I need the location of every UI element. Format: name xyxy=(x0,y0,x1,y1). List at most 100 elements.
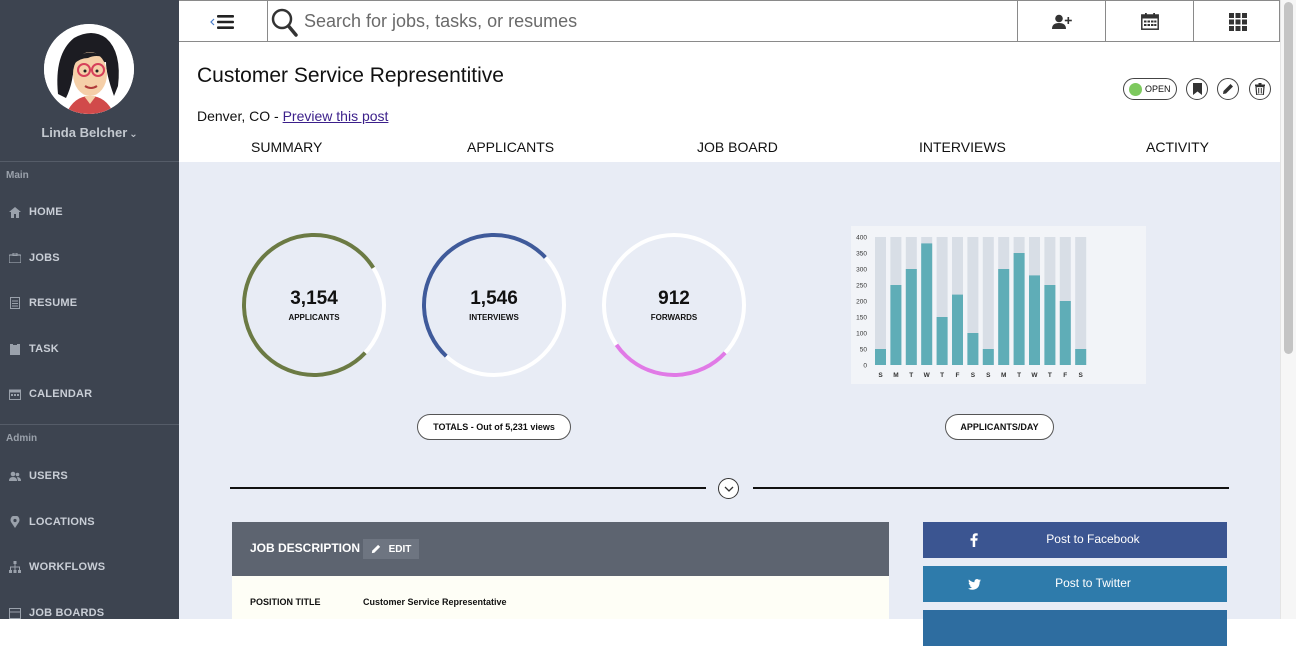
briefcase-icon xyxy=(8,252,22,264)
pencil-icon xyxy=(1223,84,1233,94)
x-tick-label: S xyxy=(1079,372,1084,379)
page-scrollbar[interactable] xyxy=(1280,0,1296,619)
social-label: Post to Facebook xyxy=(1046,532,1140,546)
job-tabs: SUMMARY APPLICANTS JOB BOARD INTERVIEWS … xyxy=(179,132,1280,162)
x-tick-label: T xyxy=(1017,372,1021,379)
preview-post-link[interactable]: Preview this post xyxy=(283,108,389,124)
job-location: Denver, CO - xyxy=(197,108,283,124)
document-icon xyxy=(8,297,22,309)
stat-ring-applicants: 3,154 APPLICANTS xyxy=(241,232,387,378)
sidebar-divider xyxy=(0,424,179,425)
job-description-body: POSITION TITLE Customer Service Represen… xyxy=(232,576,889,619)
bookmark-button[interactable] xyxy=(1186,78,1208,100)
edit-button[interactable] xyxy=(1217,78,1239,100)
stat-value: 912 xyxy=(658,288,690,309)
search-input[interactable] xyxy=(304,11,1004,32)
status-toggle[interactable]: OPEN xyxy=(1123,78,1177,100)
delete-button[interactable] xyxy=(1249,78,1271,100)
tab-summary[interactable]: SUMMARY xyxy=(251,139,322,155)
x-tick-label: S xyxy=(878,372,883,379)
sidebar-item-users[interactable]: USERS xyxy=(8,467,68,485)
y-tick-label: 250 xyxy=(856,283,867,290)
sidebar-item-jobs[interactable]: JOBS xyxy=(8,249,60,267)
bar xyxy=(998,269,1010,365)
clipboard-icon xyxy=(8,343,22,355)
bar xyxy=(1044,285,1056,365)
bar-track xyxy=(875,237,886,365)
home-icon xyxy=(8,206,22,218)
y-tick-label: 50 xyxy=(860,347,868,354)
stat-ring-forwards: 912 FORWARDS xyxy=(601,232,747,378)
page-title: Customer Service Representitive xyxy=(197,64,504,87)
tab-interviews[interactable]: INTERVIEWS xyxy=(919,139,1006,155)
bar xyxy=(967,333,979,365)
calendar-icon xyxy=(1140,13,1159,30)
x-tick-label: S xyxy=(986,372,991,379)
bar xyxy=(1059,301,1071,365)
sidebar-item-job-boards[interactable]: JOB BOARDS xyxy=(8,604,104,622)
social-label: Post to Twitter xyxy=(1055,576,1131,590)
sidebar-item-label: LOCATIONS xyxy=(29,516,95,528)
bar xyxy=(1075,349,1087,365)
x-tick-label: T xyxy=(940,372,944,379)
y-tick-label: 150 xyxy=(856,315,867,322)
avatar-illustration xyxy=(44,24,134,114)
post-to-other-button[interactable] xyxy=(923,610,1227,646)
scrollbar-thumb[interactable] xyxy=(1284,2,1293,354)
expand-button[interactable] xyxy=(718,478,739,499)
apps-grid-button[interactable] xyxy=(1193,1,1281,42)
x-tick-label: W xyxy=(1031,372,1038,379)
status-dot-icon xyxy=(1129,82,1142,96)
calendar-button[interactable] xyxy=(1105,1,1193,42)
job-description-edit-button[interactable]: EDIT xyxy=(363,539,419,559)
sidebar-item-label: USERS xyxy=(29,470,68,482)
stat-label: INTERVIEWS xyxy=(469,313,519,322)
post-to-twitter-button[interactable]: Post to Twitter xyxy=(923,566,1227,602)
section-label-admin: Admin xyxy=(6,433,38,444)
chevron-down-icon xyxy=(724,486,733,492)
tab-applicants[interactable]: APPLICANTS xyxy=(467,139,554,155)
sidebar-item-label: TASK xyxy=(29,343,59,355)
applicants-per-day-pill[interactable]: APPLICANTS/DAY xyxy=(945,414,1054,440)
x-tick-label: T xyxy=(1048,372,1052,379)
sidebar-item-locations[interactable]: LOCATIONS xyxy=(8,513,95,531)
sidebar-item-label: RESUME xyxy=(29,297,78,309)
applicants-per-day-chart: 0 50 100 150 200 250 300 350 400 S M T W T F S S M T W T F S xyxy=(851,226,1146,384)
bar-track xyxy=(982,237,994,365)
y-tick-label: 0 xyxy=(863,363,867,370)
sidebar-item-task[interactable]: TASK xyxy=(8,340,59,358)
avatar[interactable] xyxy=(44,24,134,114)
bar xyxy=(952,294,963,365)
user-menu[interactable]: Linda Belcher ⌄ xyxy=(0,125,179,140)
sidebar-item-label: JOBS xyxy=(29,252,60,264)
bar-chart-svg: 0 50 100 150 200 250 300 350 400 S M T W T F S S M T W T F S xyxy=(856,235,1087,379)
tab-job-board[interactable]: JOB BOARD xyxy=(697,139,778,155)
sidebar-item-resume[interactable]: RESUME xyxy=(8,294,77,312)
sitemap-icon xyxy=(8,561,22,573)
x-tick-label: T xyxy=(909,372,913,379)
stat-ring-interviews: 1,546 INTERVIEWS xyxy=(421,232,567,378)
user-name: Linda Belcher xyxy=(41,125,128,140)
bar xyxy=(905,269,917,365)
bar-track xyxy=(1075,237,1087,365)
y-tick-label: 100 xyxy=(856,331,867,338)
add-user-button[interactable] xyxy=(1017,1,1105,42)
y-tick-label: 300 xyxy=(856,267,867,274)
sidebar-item-workflows[interactable]: WORKFLOWS xyxy=(8,558,105,576)
tab-activity[interactable]: ACTIVITY xyxy=(1146,139,1209,155)
stat-value: 1,546 xyxy=(470,288,518,309)
sidebar-item-calendar[interactable]: CALENDAR xyxy=(8,385,92,403)
job-location-line: Denver, CO - Preview this post xyxy=(197,108,388,124)
status-label: OPEN xyxy=(1145,84,1171,94)
add-user-icon xyxy=(1051,14,1072,29)
sidebar-item-label: HOME xyxy=(29,206,63,218)
search-icon xyxy=(271,8,298,37)
totals-pill[interactable]: TOTALS - Out of 5,231 views xyxy=(417,414,571,440)
sidebar-item-home[interactable]: HOME xyxy=(8,203,63,221)
sidebar-item-label: WORKFLOWS xyxy=(29,561,106,573)
bar xyxy=(982,349,994,365)
sidebar-divider xyxy=(0,161,179,162)
sidebar: Linda Belcher ⌄ Main HOME JOBS RESUME TAS… xyxy=(0,0,179,619)
post-to-facebook-button[interactable]: Post to Facebook xyxy=(923,522,1227,558)
menu-toggle-button[interactable] xyxy=(179,1,268,42)
